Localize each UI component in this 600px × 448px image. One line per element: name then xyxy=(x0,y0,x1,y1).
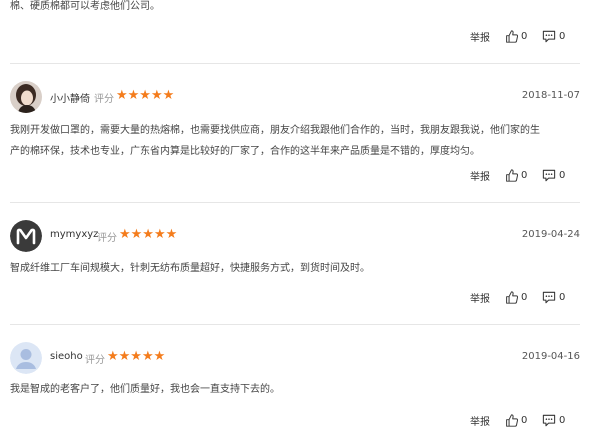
like-button[interactable]: 0 xyxy=(505,411,527,429)
comment-icon xyxy=(542,169,556,181)
comment-button[interactable]: 0 xyxy=(542,166,565,184)
review-actions: 举报 0 0 xyxy=(470,288,580,306)
comment-count: 0 xyxy=(559,30,566,42)
review-text: 智成纤维工厂车间规模大，针刺无纺布质量超好，快捷服务方式，到货时间及时。 xyxy=(10,263,370,274)
username[interactable]: mymyxyz xyxy=(50,229,98,240)
review-header: 小小静倚 评分 ★★★★★ 2018-11-07 xyxy=(10,81,580,113)
score-label: 评分 xyxy=(94,94,114,105)
rating-stars: ★★★★★ xyxy=(119,227,178,242)
like-count: 0 xyxy=(521,30,528,42)
review-text: 我刚开发做口罩的，需要大量的热熔棉，也需要找供应商，朋友介绍我跟他们合作的，当时… xyxy=(10,120,580,162)
thumbs-up-icon xyxy=(506,168,518,182)
comment-button[interactable]: 0 xyxy=(542,288,565,306)
review-text-line: 我刚开发做口罩的，需要大量的热熔棉，也需要找供应商，朋友介绍我跟他们合作的，当时… xyxy=(10,125,540,136)
comment-count: 0 xyxy=(559,169,566,181)
comment-icon xyxy=(542,414,556,426)
report-button[interactable]: 举报 xyxy=(470,411,490,429)
review-text: 棉、硬质棉都可以考虑他们公司。 xyxy=(10,1,160,12)
comment-icon xyxy=(542,291,556,303)
reviews-page: 棉、硬质棉都可以考虑他们公司。 举报 0 0 小小静倚 评分 ★★★★★ 201… xyxy=(0,0,600,448)
comment-button[interactable]: 0 xyxy=(542,411,565,429)
comment-icon xyxy=(542,30,556,42)
divider xyxy=(10,324,580,325)
divider xyxy=(10,202,580,203)
score-label: 评分 xyxy=(85,355,105,366)
thumbs-up-icon xyxy=(506,29,518,43)
score-label: 评分 xyxy=(97,233,117,244)
like-count: 0 xyxy=(521,169,528,181)
like-button[interactable]: 0 xyxy=(505,288,527,306)
like-button[interactable]: 0 xyxy=(505,27,527,45)
review-header: sieoho 评分 ★★★★★ 2019-04-16 xyxy=(10,342,580,374)
rating-stars: ★★★★★ xyxy=(116,88,175,103)
thumbs-up-icon xyxy=(506,413,518,427)
review-actions: 举报 0 0 xyxy=(470,166,580,184)
comment-count: 0 xyxy=(559,414,566,426)
review-date: 2019-04-16 xyxy=(521,351,580,362)
avatar[interactable] xyxy=(10,81,42,113)
report-button[interactable]: 举报 xyxy=(470,27,490,45)
review-date: 2018-11-07 xyxy=(521,90,580,101)
avatar[interactable] xyxy=(10,220,42,252)
report-button[interactable]: 举报 xyxy=(470,288,490,306)
review-text: 我是智成的老客户了，他们质量好，我也会一直支持下去的。 xyxy=(10,384,280,395)
avatar[interactable] xyxy=(10,342,42,374)
review-date: 2019-04-24 xyxy=(521,229,580,240)
rating-stars: ★★★★★ xyxy=(107,349,166,364)
username[interactable]: sieoho xyxy=(50,351,83,362)
review-actions: 举报 0 0 xyxy=(470,27,580,45)
like-count: 0 xyxy=(521,414,528,426)
review-header: mymyxyz 评分 ★★★★★ 2019-04-24 xyxy=(10,220,580,252)
thumbs-up-icon xyxy=(506,290,518,304)
comment-count: 0 xyxy=(559,291,566,303)
comment-button[interactable]: 0 xyxy=(542,27,565,45)
review-actions: 举报 0 0 xyxy=(470,411,580,429)
like-count: 0 xyxy=(521,291,528,303)
divider xyxy=(10,63,580,64)
like-button[interactable]: 0 xyxy=(505,166,527,184)
report-button[interactable]: 举报 xyxy=(470,166,490,184)
review-text-line: 产的棉环保，技术也专业，广东省内算是比较好的厂家了，合作的这半年来产品质量是不错… xyxy=(10,146,480,157)
username[interactable]: 小小静倚 xyxy=(50,90,90,105)
